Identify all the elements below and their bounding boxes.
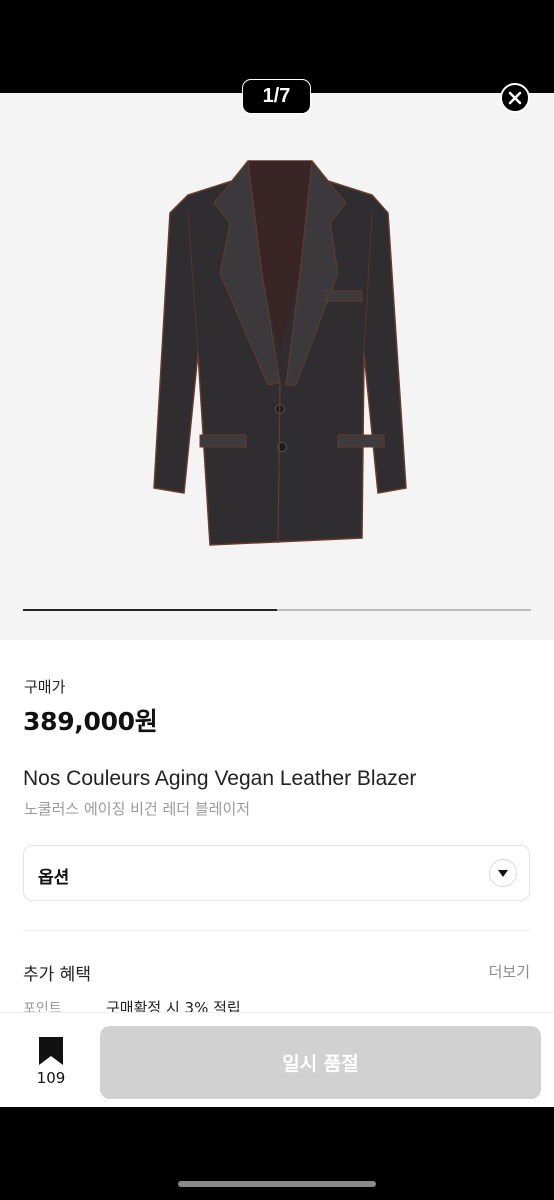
benefits-title: 추가 혜택 <box>23 965 91 985</box>
product-info: 구매가 389,000원 Nos Couleurs Aging Vegan Le… <box>0 640 554 1017</box>
bookmark-button[interactable]: 109 <box>26 1037 76 1089</box>
gallery-progress-fill <box>23 609 277 611</box>
price-label: 구매가 <box>24 678 66 696</box>
sold-out-button[interactable]: 일시 품절 <box>100 1026 541 1099</box>
product-name-en: Nos Couleurs Aging Vegan Leather Blazer <box>23 767 417 790</box>
home-indicator <box>178 1181 376 1187</box>
price: 389,000원 <box>23 707 158 736</box>
bottom-action-bar: 109 일시 품절 <box>0 1012 554 1107</box>
image-counter: 1/7 <box>242 79 311 114</box>
gallery-progress <box>23 609 531 611</box>
bookmark-icon <box>39 1037 63 1065</box>
option-label: 옵션 <box>38 868 70 888</box>
benefits-more-link[interactable]: 더보기 <box>489 961 530 982</box>
option-dropdown-button[interactable] <box>489 859 517 887</box>
close-button[interactable] <box>500 83 530 113</box>
product-name-ko: 노쿨러스 에이징 비건 레더 블레이저 <box>24 800 251 818</box>
product-image-gallery[interactable] <box>0 93 554 640</box>
product-image <box>153 159 407 546</box>
chevron-down-icon <box>498 869 508 877</box>
close-icon <box>508 91 522 105</box>
divider <box>23 930 530 931</box>
option-select[interactable]: 옵션 <box>23 845 530 901</box>
bookmark-count: 109 <box>36 1069 66 1087</box>
